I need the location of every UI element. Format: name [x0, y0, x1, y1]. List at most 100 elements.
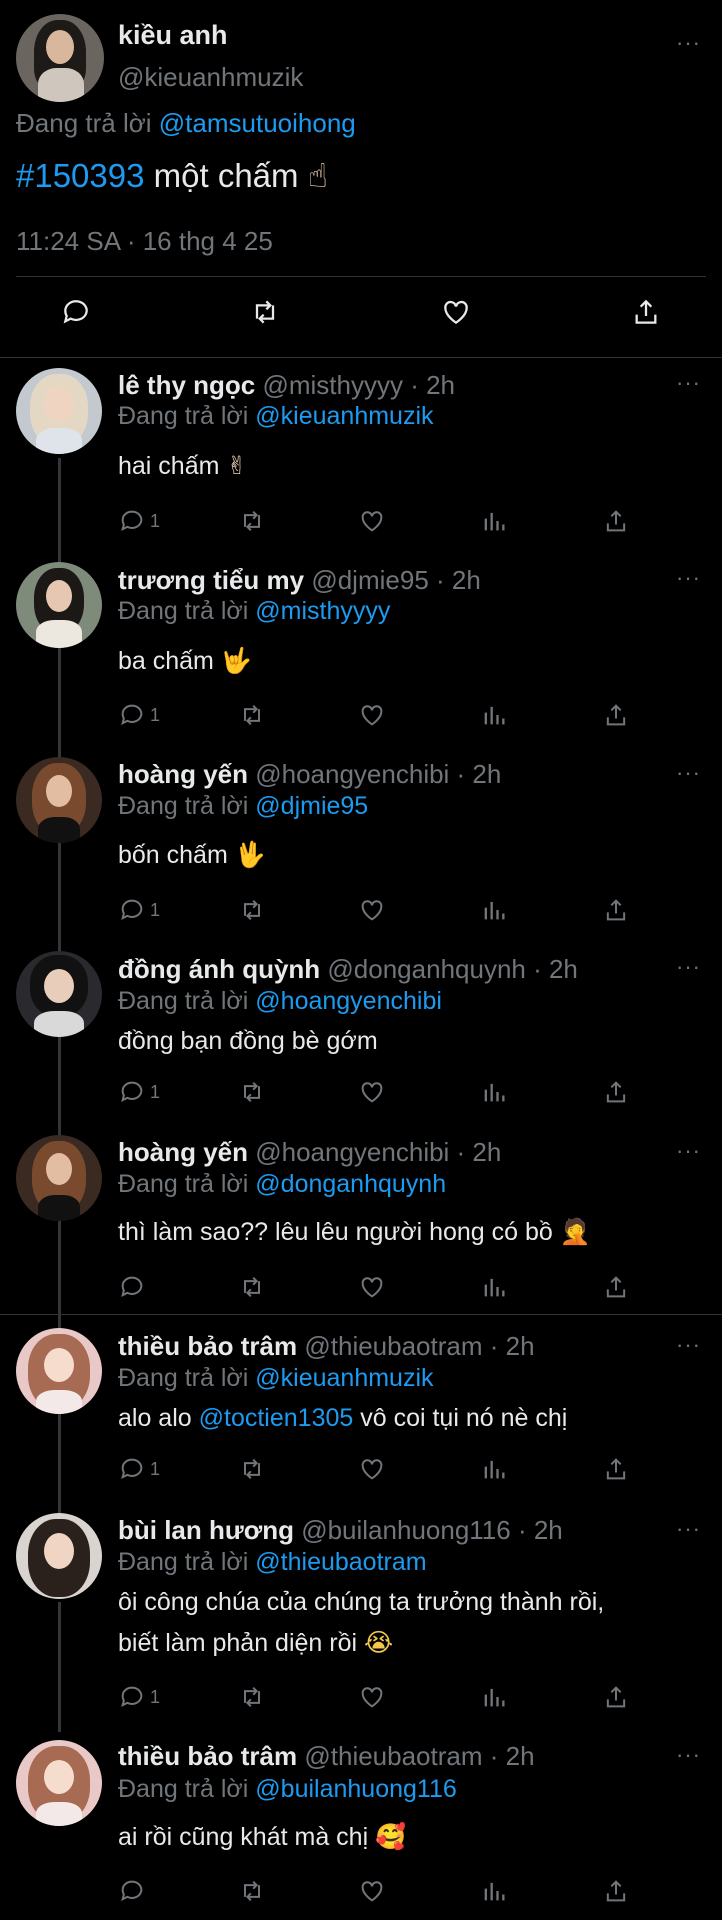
views-icon[interactable] — [480, 700, 508, 730]
avatar[interactable] — [16, 1740, 102, 1826]
more-icon[interactable]: ··· — [676, 956, 701, 978]
tweet-body: một chấm — [144, 157, 308, 194]
views-icon[interactable] — [480, 506, 508, 536]
like-icon[interactable] — [358, 1454, 386, 1484]
retweet-icon[interactable] — [248, 296, 282, 333]
reply-button[interactable]: 1 — [118, 1454, 160, 1484]
tweet-timestamp[interactable]: 11:24 SA · 16 thg 4 25 — [16, 226, 273, 257]
like-icon[interactable] — [358, 700, 386, 730]
share-icon[interactable] — [630, 296, 662, 333]
views-icon[interactable] — [480, 895, 508, 925]
like-icon[interactable] — [358, 1272, 386, 1302]
views-icon[interactable] — [480, 1876, 508, 1906]
more-icon[interactable]: ··· — [676, 1140, 701, 1162]
more-icon[interactable]: ··· — [676, 1334, 701, 1356]
more-icon[interactable]: ··· — [676, 1518, 701, 1540]
reply-to-link[interactable]: @tamsutuoihong — [159, 108, 356, 138]
mention-link[interactable]: @toctien1305 — [199, 1404, 354, 1432]
avatar[interactable] — [16, 368, 102, 454]
avatar[interactable] — [16, 951, 102, 1037]
avatar[interactable] — [16, 1135, 102, 1221]
share-icon[interactable] — [602, 1454, 630, 1484]
reply-author-name[interactable]: lê thy ngọc — [118, 370, 255, 400]
reply-prefix: Đang trả lời — [118, 1170, 256, 1198]
reply-author-name[interactable]: hoàng yến — [118, 1137, 248, 1167]
reply-button[interactable]: 1 — [118, 1682, 160, 1712]
main-action-bar — [0, 296, 722, 336]
retweet-icon[interactable] — [238, 1454, 266, 1484]
like-icon[interactable] — [440, 296, 472, 333]
avatar[interactable] — [16, 14, 104, 102]
retweet-icon[interactable] — [238, 700, 266, 730]
reply-text-pre: alo alo — [118, 1404, 199, 1432]
more-icon[interactable]: ··· — [676, 32, 701, 54]
reply-author-name[interactable]: thiều bảo trâm — [118, 1331, 297, 1361]
views-icon[interactable] — [480, 1272, 508, 1302]
reply-author-name[interactable]: hoàng yến — [118, 759, 248, 789]
share-icon[interactable] — [602, 895, 630, 925]
share-icon[interactable] — [602, 700, 630, 730]
reply-author-name[interactable]: đồng ánh quỳnh — [118, 954, 320, 984]
reply-to-link[interactable]: @djmie95 — [255, 792, 368, 820]
reply-icon[interactable] — [60, 296, 92, 333]
avatar[interactable] — [16, 1328, 102, 1414]
more-icon[interactable]: ··· — [676, 567, 701, 589]
views-icon[interactable] — [480, 1077, 508, 1107]
retweet-icon[interactable] — [238, 1876, 266, 1906]
reply-button[interactable]: 1 — [118, 895, 160, 925]
pointing-up-emoji: ☝ — [307, 156, 328, 195]
share-icon[interactable] — [602, 1876, 630, 1906]
reply-button[interactable]: 1 — [118, 506, 160, 536]
reply-action-bar — [118, 1876, 638, 1906]
hashtag-link[interactable]: #150393 — [16, 157, 144, 194]
reply-button[interactable]: 1 — [118, 700, 160, 730]
share-icon[interactable] — [602, 1682, 630, 1712]
like-icon[interactable] — [358, 895, 386, 925]
retweet-icon[interactable] — [238, 895, 266, 925]
reply-to-link[interactable]: @misthyyyy — [255, 597, 390, 625]
reply-button[interactable] — [118, 1876, 150, 1906]
like-icon[interactable] — [358, 1682, 386, 1712]
retweet-icon[interactable] — [238, 1077, 266, 1107]
reply-text: ba chấm — [118, 647, 221, 675]
reply-text: bốn chấm — [118, 841, 235, 869]
reply-prefix: Đang trả lời — [118, 792, 256, 820]
reply-text: thì làm sao?? lêu lêu người hong có bồ — [118, 1218, 560, 1246]
reply-to-link[interactable]: @builanhuong116 — [255, 1775, 456, 1803]
share-icon[interactable] — [602, 1077, 630, 1107]
reply-to-link[interactable]: @kieuanhmuzik — [255, 402, 433, 430]
views-icon[interactable] — [480, 1454, 508, 1484]
like-icon[interactable] — [358, 1077, 386, 1107]
more-icon[interactable]: ··· — [676, 372, 701, 394]
avatar[interactable] — [16, 1513, 102, 1599]
retweet-icon[interactable] — [238, 506, 266, 536]
reply-button[interactable]: 1 — [118, 1077, 160, 1107]
share-icon[interactable] — [602, 1272, 630, 1302]
divider — [0, 357, 722, 358]
reply-to-link[interactable]: @donganhquynh — [255, 1170, 446, 1198]
more-icon[interactable]: ··· — [676, 1744, 701, 1766]
retweet-icon[interactable] — [238, 1272, 266, 1302]
author-handle[interactable]: @kieuanhmuzik — [118, 62, 303, 93]
avatar[interactable] — [16, 562, 102, 648]
reply-author-name[interactable]: thiều bảo trâm — [118, 1741, 297, 1771]
more-icon[interactable]: ··· — [676, 762, 701, 784]
like-icon[interactable] — [358, 1876, 386, 1906]
reply-author-name[interactable]: trương tiểu my — [118, 565, 304, 595]
reply-to-link[interactable]: @thieubaotram — [255, 1548, 426, 1576]
share-icon[interactable] — [602, 506, 630, 536]
smiling-face-with-hearts-emoji: 🥰 — [375, 1822, 407, 1851]
reply-prefix: Đang trả lời — [118, 597, 256, 625]
retweet-icon[interactable] — [238, 1682, 266, 1712]
reply-to-link[interactable]: @hoangyenchibi — [255, 987, 442, 1015]
reply-author-name[interactable]: bùi lan hương — [118, 1515, 294, 1545]
views-icon[interactable] — [480, 1682, 508, 1712]
reply-meta: @donganhquynh · 2h — [320, 954, 578, 984]
author-name[interactable]: kiều anh — [118, 20, 228, 51]
like-icon[interactable] — [358, 506, 386, 536]
avatar[interactable] — [16, 757, 102, 843]
reply-to-link[interactable]: @kieuanhmuzik — [255, 1364, 433, 1392]
reply-text-line2: biết làm phản diện rồi — [118, 1629, 364, 1657]
reply-button[interactable] — [118, 1272, 150, 1302]
reply-prefix: Đang trả lời — [118, 1548, 256, 1576]
